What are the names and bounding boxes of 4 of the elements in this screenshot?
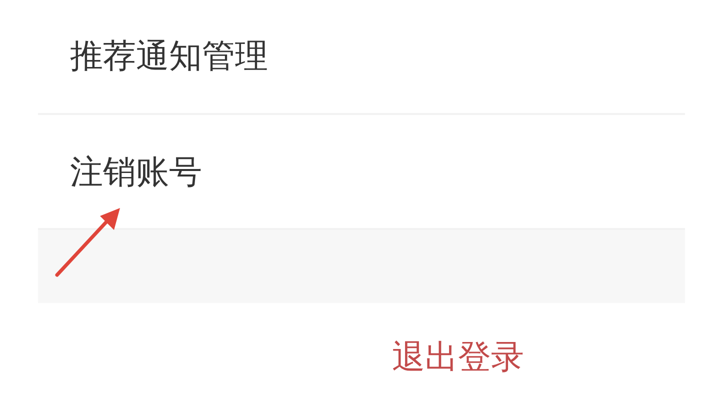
settings-item[interactable]: 注销账号 [70, 150, 202, 194]
settings-item[interactable]: 推荐通知管理 [70, 34, 268, 78]
arrow-icon [54, 206, 122, 278]
logout-button[interactable]: 退出登录 [392, 335, 524, 379]
